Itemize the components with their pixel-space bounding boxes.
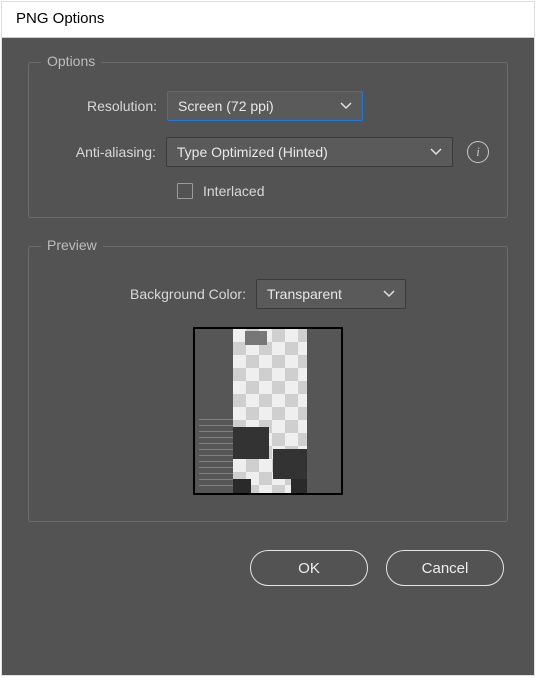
preview-art <box>245 331 267 345</box>
cancel-button[interactable]: Cancel <box>386 550 504 586</box>
bgcolor-value: Transparent <box>267 286 342 302</box>
bgcolor-row: Background Color: Transparent <box>47 279 489 309</box>
chevron-down-icon <box>430 148 442 156</box>
preview-art <box>233 427 269 459</box>
antialias-row: Anti-aliasing: Type Optimized (Hinted) i <box>47 137 489 167</box>
options-group: Options Resolution: Screen (72 ppi) Anti… <box>28 62 508 218</box>
options-group-title: Options <box>41 53 101 69</box>
interlaced-checkbox[interactable] <box>177 183 193 199</box>
preview-art <box>291 479 307 495</box>
ok-button[interactable]: OK <box>250 550 368 586</box>
interlaced-label: Interlaced <box>203 183 264 199</box>
antialias-label: Anti-aliasing: <box>47 144 166 160</box>
bgcolor-select[interactable]: Transparent <box>256 279 406 309</box>
preview-art-lines <box>199 419 233 489</box>
antialias-value: Type Optimized (Hinted) <box>177 144 328 160</box>
chevron-down-icon <box>383 290 395 298</box>
ok-button-label: OK <box>298 560 320 577</box>
antialias-select[interactable]: Type Optimized (Hinted) <box>166 137 453 167</box>
dialog-titlebar: PNG Options <box>2 2 534 38</box>
preview-group: Preview Background Color: Transparent <box>28 246 508 522</box>
cancel-button-label: Cancel <box>422 560 469 577</box>
dialog-body: Options Resolution: Screen (72 ppi) Anti… <box>2 38 534 675</box>
interlaced-row: Interlaced <box>177 183 489 199</box>
dialog-footer: OK Cancel <box>28 550 508 586</box>
resolution-value: Screen (72 ppi) <box>178 98 274 114</box>
preview-thumbnail-wrap <box>47 327 489 495</box>
dialog-title: PNG Options <box>16 10 104 27</box>
chevron-down-icon <box>340 102 352 110</box>
resolution-label: Resolution: <box>47 98 167 114</box>
info-icon[interactable]: i <box>467 141 489 163</box>
preview-thumbnail <box>193 327 343 495</box>
bgcolor-label: Background Color: <box>130 286 256 302</box>
preview-art <box>233 479 251 495</box>
preview-group-title: Preview <box>41 237 103 253</box>
resolution-row: Resolution: Screen (72 ppi) <box>47 91 489 121</box>
resolution-select[interactable]: Screen (72 ppi) <box>167 91 363 121</box>
preview-art <box>273 449 307 479</box>
png-options-dialog: PNG Options Options Resolution: Screen (… <box>1 1 535 676</box>
